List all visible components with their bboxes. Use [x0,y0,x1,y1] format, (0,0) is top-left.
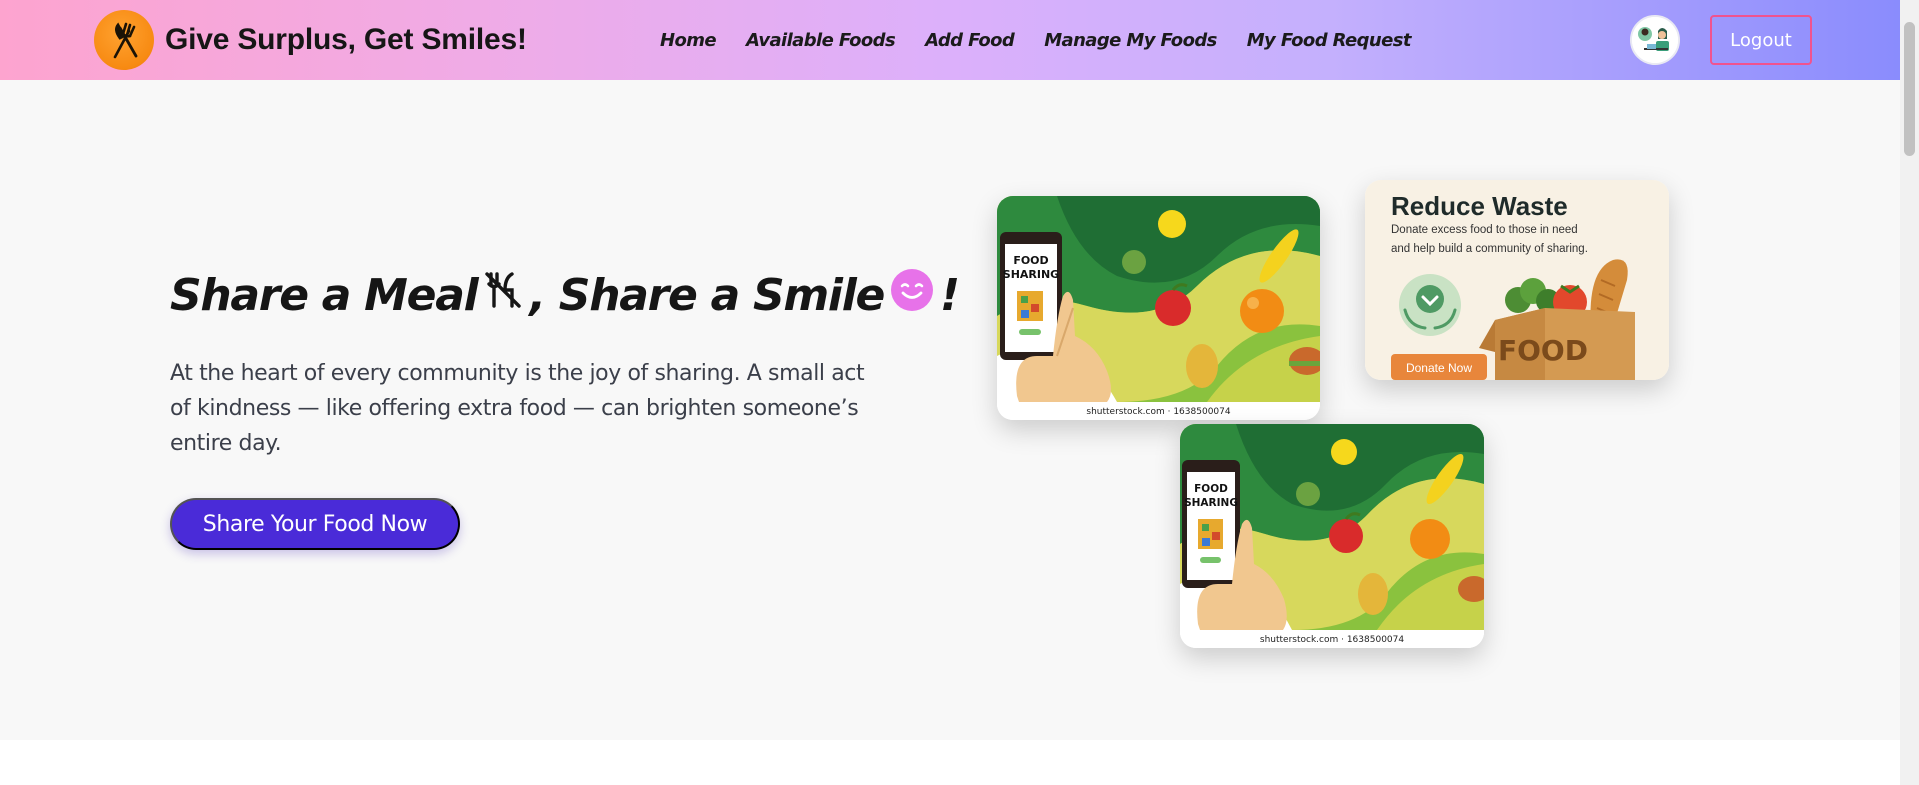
nav-links: Home Available Foods Add Food Manage My … [660,30,1441,51]
nav-manage-my-foods[interactable]: Manage My Foods [1044,30,1217,51]
scrollbar[interactable] [1900,0,1919,785]
nav-home[interactable]: Home [660,30,717,51]
donate-now-label: Donate Now [1406,361,1472,375]
hero-section: Share a Meal , Share a Smile ! At the he… [0,80,1900,740]
card-1-label-2: SHARING [1003,268,1059,281]
reduce-waste-title: Reduce Waste [1391,191,1568,221]
card-1-label-1: FOOD [1013,254,1048,267]
navbar: Give Surplus, Get Smiles! Home Available… [0,0,1900,80]
food-sharing-image-1: FOOD SHARING shutterstock.com · 16385000… [997,196,1320,420]
smile-emoji-icon [890,268,934,323]
hero-description: At the heart of every community is the j… [170,361,865,456]
food-sharing-image-2: FOOD SHARING shutterstock.com · 16385000… [1180,424,1484,648]
nav-available-foods[interactable]: Available Foods [746,30,896,51]
card-1-caption: shutterstock.com · 1638500074 [1086,407,1231,417]
card-3-label-2: SHARING [1184,497,1238,509]
fork-knife-icon [94,10,154,70]
reduce-waste-line-2: and help build a community of sharing. [1391,243,1588,255]
avatar[interactable] [1630,15,1680,65]
no-food-icon [483,270,523,321]
headline-part-3: ! [940,270,960,321]
card-3-caption: shutterstock.com · 1638500074 [1259,635,1405,645]
logout-button[interactable]: Logout [1710,15,1812,65]
headline-part-1: Share a Meal [170,270,479,321]
scrollbar-thumb[interactable] [1904,22,1915,156]
share-food-button[interactable]: Share Your Food Now [170,498,460,550]
headline-part-2: , Share a Smile [529,270,885,321]
card-3-label-1: FOOD [1194,483,1228,495]
nav-add-food[interactable]: Add Food [925,30,1015,51]
brand[interactable]: Give Surplus, Get Smiles! [94,10,527,70]
reduce-waste-line-1: Donate excess food to those in need [1391,224,1578,236]
reduce-waste-image: Reduce Waste Donate excess food to those… [1365,180,1669,380]
hero-headline: Share a Meal , Share a Smile ! [170,268,960,323]
brand-title: Give Surplus, Get Smiles! [165,23,527,56]
box-food-label: FOOD [1498,334,1588,367]
nav-my-food-request[interactable]: My Food Request [1247,30,1412,51]
